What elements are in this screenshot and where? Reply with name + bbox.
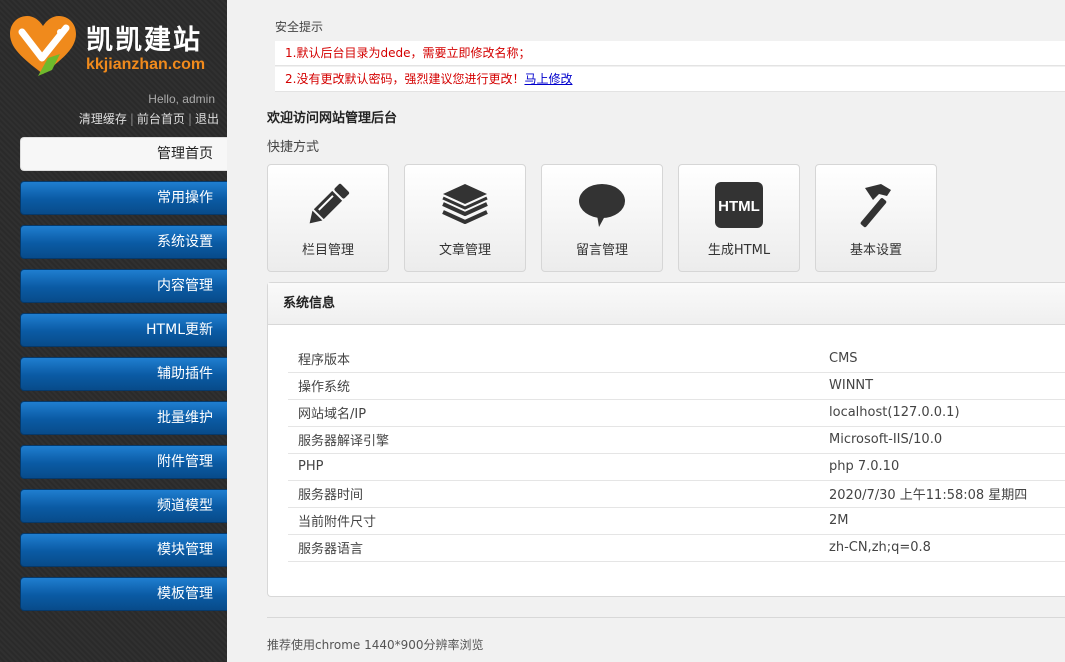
sidebar-item-channel-models[interactable]: 频道模型 <box>20 489 227 523</box>
security-tip-2: 2.没有更改默认密码，强烈建议您进行更改！马上修改 <box>275 67 1065 92</box>
link-separator: | <box>187 112 192 126</box>
info-key: 操作系统 <box>288 372 819 400</box>
greeting-text: Hello, admin <box>148 92 215 106</box>
security-tip-2-text: 2.没有更改默认密码，强烈建议您进行更改！ <box>285 72 525 86</box>
top-links: 清理缓存 | 前台首页 | 退出 <box>79 110 219 127</box>
info-value: php 7.0.10 <box>819 453 1065 481</box>
welcome-heading: 欢迎访问网站管理后台 <box>267 111 398 126</box>
table-row: 当前附件尺寸 2M <box>288 507 1065 535</box>
pencil-icon <box>309 183 350 224</box>
info-key: 程序版本 <box>288 345 819 373</box>
info-value: localhost(127.0.0.1) <box>819 399 1065 427</box>
main-content: 安全提示 1.默认后台目录为dede，需要立即修改名称； 2.没有更改默认密码，… <box>227 0 1065 662</box>
sidebar-item-admin-home[interactable]: 管理首页 <box>20 137 227 171</box>
brand-name: 凯凯建站 <box>86 25 202 56</box>
site-logo[interactable]: 凯凯建站 kkjianzhan.com <box>8 14 213 78</box>
info-value: 2020/7/30 上午11:58:08 星期四 <box>819 480 1065 508</box>
logo-heart-icon <box>10 16 76 76</box>
shortcut-label: 生成HTML <box>707 243 771 258</box>
sidebar-item-templates[interactable]: 模板管理 <box>20 577 227 611</box>
sidebar-item-modules[interactable]: 模块管理 <box>20 533 227 567</box>
info-value: 2M <box>819 507 1065 535</box>
table-row: 服务器语言 zh-CN,zh;q=0.8 <box>288 534 1065 562</box>
info-key: 当前附件尺寸 <box>288 507 819 535</box>
table-row: 服务器时间 2020/7/30 上午11:58:08 星期四 <box>288 480 1065 508</box>
frontend-home-link[interactable]: 前台首页 <box>137 112 185 126</box>
table-row: 程序版本 CMS <box>288 345 1065 373</box>
security-tip-1-text: 1.默认后台目录为dede，需要立即修改名称； <box>285 46 531 60</box>
info-key: 网站域名/IP <box>288 399 819 427</box>
speech-bubble-icon <box>579 184 625 227</box>
shortcut-generate-html[interactable]: HTML 生成HTML <box>678 164 800 272</box>
info-value: CMS <box>819 345 1065 373</box>
table-row: 操作系统 WINNT <box>288 372 1065 400</box>
info-value: Microsoft-IIS/10.0 <box>819 426 1065 454</box>
shortcut-article-management[interactable]: 文章管理 <box>404 164 526 272</box>
sidebar-item-common-ops[interactable]: 常用操作 <box>20 181 227 215</box>
table-row: 服务器解译引擎 Microsoft-IIS/10.0 <box>288 426 1065 454</box>
change-password-link[interactable]: 马上修改 <box>524 72 572 86</box>
shortcut-column-management[interactable]: 栏目管理 <box>267 164 389 272</box>
shortcut-label: 栏目管理 <box>301 243 354 258</box>
info-value: WINNT <box>819 372 1065 400</box>
stack-icon <box>442 184 488 224</box>
footer-divider <box>267 617 1065 618</box>
hammer-icon <box>860 184 891 228</box>
sidebar-nav: 管理首页 常用操作 系统设置 内容管理 HTML更新 辅助插件 批量维护 附件管… <box>20 137 227 621</box>
security-tip-title: 安全提示 <box>275 20 324 34</box>
link-separator: | <box>129 112 134 126</box>
shortcut-basic-settings[interactable]: 基本设置 <box>815 164 937 272</box>
sidebar-item-batch-maintenance[interactable]: 批量维护 <box>20 401 227 435</box>
table-row: PHP php 7.0.10 <box>288 453 1065 481</box>
brand-url: kkjianzhan.com <box>86 56 206 73</box>
system-info-table: 程序版本 CMS 操作系统 WINNT 网站域名/IP localhost(127.0… <box>288 345 1065 562</box>
shortcut-message-management[interactable]: 留言管理 <box>541 164 663 272</box>
shortcut-label: 留言管理 <box>575 243 628 258</box>
footer-note: 推荐使用chrome 1440*900分辨率浏览 <box>267 638 484 652</box>
info-key: PHP <box>288 453 819 481</box>
table-row: 网站域名/IP localhost(127.0.0.1) <box>288 399 1065 427</box>
shortcut-label: 基本设置 <box>849 243 902 258</box>
sidebar-item-attachments[interactable]: 附件管理 <box>20 445 227 479</box>
system-info-title: 系统信息 <box>268 283 1065 325</box>
shortcut-label: 文章管理 <box>438 243 491 258</box>
sidebar-item-content-management[interactable]: 内容管理 <box>20 269 227 303</box>
info-key: 服务器解译引擎 <box>288 426 819 454</box>
security-tip-1: 1.默认后台目录为dede，需要立即修改名称； <box>275 41 1065 66</box>
shortcuts-label: 快捷方式 <box>267 140 320 155</box>
logout-link[interactable]: 退出 <box>195 112 219 126</box>
sidebar-item-plugins[interactable]: 辅助插件 <box>20 357 227 391</box>
info-value: zh-CN,zh;q=0.8 <box>819 534 1065 562</box>
html-icon-text: HTML <box>718 198 760 215</box>
shortcuts: 栏目管理 文章管理 留言管理 HTML 生成HTML 基本设置 <box>267 164 937 272</box>
system-info-panel: 系统信息 程序版本 CMS 操作系统 WINNT 网站域名/IP localhost(… <box>267 282 1065 597</box>
clear-cache-link[interactable]: 清理缓存 <box>79 112 127 126</box>
info-key: 服务器时间 <box>288 480 819 508</box>
info-key: 服务器语言 <box>288 534 819 562</box>
sidebar-item-html-update[interactable]: HTML更新 <box>20 313 227 347</box>
sidebar-item-system-settings[interactable]: 系统设置 <box>20 225 227 259</box>
sidebar: 凯凯建站 kkjianzhan.com Hello, admin 清理缓存 | 前台… <box>0 0 227 662</box>
html-icon: HTML <box>715 182 763 228</box>
